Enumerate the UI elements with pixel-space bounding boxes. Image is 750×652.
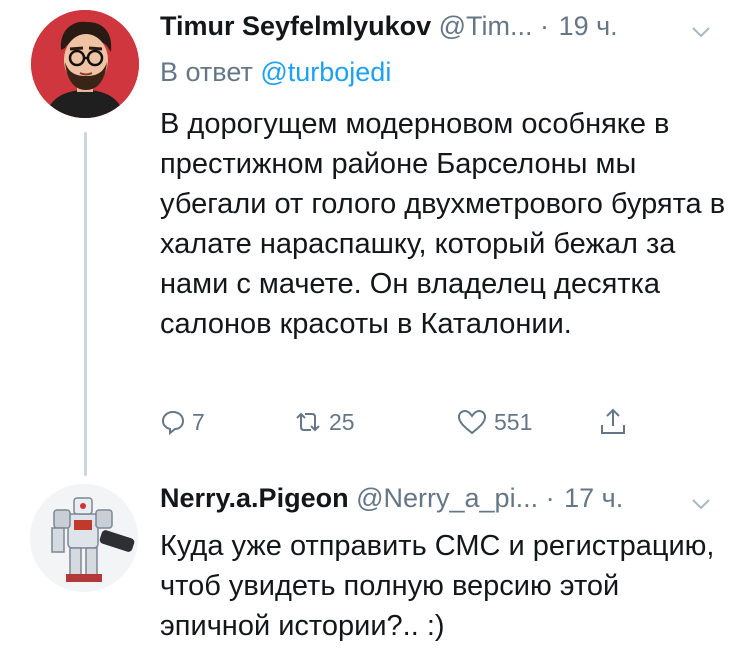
retweet-icon xyxy=(296,412,320,432)
share-button[interactable] xyxy=(598,402,628,442)
reply-context: В ответ @turbojedi xyxy=(160,54,391,90)
share-icon xyxy=(601,408,625,434)
retweet-button[interactable]: 25 xyxy=(293,402,355,442)
author-name[interactable]: Nerry.a.Pigeon xyxy=(160,483,349,513)
reply-count: 7 xyxy=(192,408,205,435)
tweet-actions: 7 25 551 xyxy=(160,402,680,442)
robot-avatar-illustration xyxy=(30,484,138,592)
tweet[interactable]: Timur Seyfelmlyukov @Tim... · 19 ч. В от… xyxy=(0,0,750,476)
chevron-down-icon[interactable] xyxy=(690,16,712,38)
chevron-down-icon[interactable] xyxy=(690,488,712,510)
reply-button[interactable]: 7 xyxy=(160,402,205,442)
author-handle[interactable]: @Nerry_a_pi... xyxy=(356,483,538,513)
like-button[interactable]: 551 xyxy=(456,402,532,442)
tweet-time[interactable]: 17 ч. xyxy=(564,483,623,513)
separator-dot: · xyxy=(540,11,550,41)
author-name[interactable]: Timur Seyfelmlyukov xyxy=(160,11,431,41)
reply-prefix: В ответ xyxy=(160,57,253,87)
avatar[interactable] xyxy=(31,10,139,118)
tweet-header: Timur Seyfelmlyukov @Tim... · 19 ч. xyxy=(160,8,720,48)
separator-dot: · xyxy=(545,483,555,513)
tweet-text: Куда уже отправить СМС и регистрацию, чт… xyxy=(160,530,715,642)
thread-line xyxy=(84,132,87,476)
retweet-count: 25 xyxy=(329,408,355,435)
author-handle[interactable]: @Tim... xyxy=(439,11,533,41)
tweet-header: Nerry.a.Pigeon @Nerry_a_pi... · 17 ч. xyxy=(160,480,720,520)
avatar[interactable] xyxy=(30,484,138,592)
reply-icon xyxy=(161,410,185,435)
like-count: 551 xyxy=(494,408,533,435)
tweet[interactable]: Nerry.a.Pigeon @Nerry_a_pi... · 17 ч. Ку… xyxy=(0,468,750,652)
tweet-time[interactable]: 19 ч. xyxy=(559,11,618,41)
tweet-text: В дорогущем модерновом особняке в прести… xyxy=(160,108,726,340)
avatar-illustration xyxy=(31,10,139,118)
reply-to-link[interactable]: @turbojedi xyxy=(260,57,391,87)
heart-icon xyxy=(457,409,487,435)
